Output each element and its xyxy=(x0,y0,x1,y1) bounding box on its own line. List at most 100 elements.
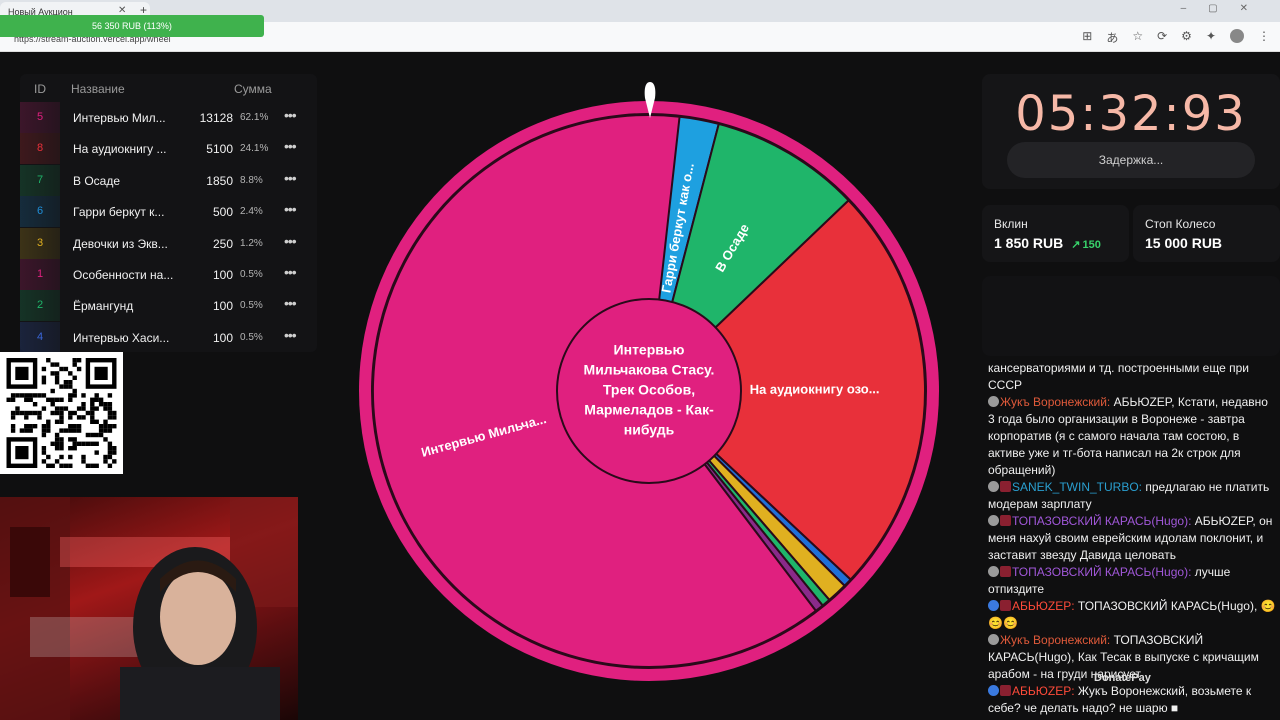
donation-progress-label: 56 350 RUB (113%) xyxy=(92,21,172,31)
more-horizontal-icon[interactable]: ••• xyxy=(284,201,297,217)
wheel-center-text: Трек Особов, xyxy=(603,382,695,398)
lot-name[interactable]: Гарри беркут к... xyxy=(73,205,183,219)
donatepay-overlay: DonatePay xyxy=(1094,672,1151,684)
chat-username[interactable]: Жукъ Воронежский: xyxy=(1000,633,1110,647)
lot-id: 7 xyxy=(20,164,60,196)
translate-icon[interactable]: あ xyxy=(1106,29,1118,46)
user-badge-icon xyxy=(1000,515,1011,526)
lot-percent: 0.5% xyxy=(240,269,263,280)
lot-name[interactable]: Интервью Хаси... xyxy=(73,331,183,345)
user-badge-icon xyxy=(1000,685,1011,696)
extensions-icon[interactable]: ✦ xyxy=(1206,29,1216,46)
lot-amount[interactable]: 100 xyxy=(190,299,233,313)
lot-name[interactable]: На аудиокнигу ... xyxy=(73,142,183,156)
chat-message: Жукъ Воронежский: АБЬЮZEP, Кстати, недав… xyxy=(988,394,1276,479)
lot-id: 6 xyxy=(20,196,60,228)
chat-text: кансерваториями и тд. построенными еще п… xyxy=(988,361,1249,392)
lot-percent: 1.2% xyxy=(240,237,263,249)
chat-username[interactable]: SANEK_TWIN_TURBO: xyxy=(1012,480,1142,494)
lot-amount[interactable]: 5100 xyxy=(190,142,233,156)
chat-username[interactable]: ТОПАЗОВСКИЙ КАРАСЬ(Hugo): xyxy=(1012,565,1191,579)
lot-percent: 62.1% xyxy=(240,112,269,123)
lot-amount[interactable]: 250 xyxy=(190,237,233,251)
chat-username[interactable]: Жукъ Воронежский: xyxy=(1000,395,1110,409)
lot-id: 5 xyxy=(20,102,60,133)
lot-name[interactable]: Интервью Мил... xyxy=(73,111,183,125)
more-horizontal-icon[interactable]: ••• xyxy=(284,264,297,280)
chat-message: ТОПАЗОВСКИЙ КАРАСЬ(Hugo): АБЬЮZEP, он ме… xyxy=(988,513,1276,564)
lot-id: 8 xyxy=(20,133,60,165)
vklin-delta: 150 xyxy=(1082,239,1101,251)
col-id: ID xyxy=(34,82,46,96)
lot-percent: 2.4% xyxy=(240,206,263,218)
menu-icon[interactable]: ⋮ xyxy=(1258,29,1270,46)
gear-icon[interactable]: ⚙ xyxy=(1181,29,1192,46)
star-icon[interactable]: ☆ xyxy=(1132,29,1143,46)
user-badge-icon xyxy=(1000,481,1011,492)
chat-username[interactable]: АБЬЮZEP: xyxy=(1012,684,1075,698)
chat-username[interactable]: ТОПАЗОВСКИЙ КАРАСЬ(Hugo): xyxy=(1012,514,1191,528)
lot-id: 2 xyxy=(20,290,60,322)
webcam-feed xyxy=(0,497,298,720)
qr-code-image xyxy=(6,358,117,468)
lot-amount[interactable]: 1850 xyxy=(190,174,233,188)
wheel-slice-label: На аудиокнигу озо... xyxy=(750,381,880,397)
install-icon[interactable]: ⊞ xyxy=(1082,29,1092,46)
lot-amount[interactable]: 100 xyxy=(190,268,233,282)
col-name: Название xyxy=(71,82,125,96)
vklin-card: Вклин 1 850 RUB ↗ 150 xyxy=(982,205,1129,262)
more-horizontal-icon[interactable]: ••• xyxy=(284,295,297,311)
avatar[interactable] xyxy=(1230,29,1244,43)
trend-up-icon: ↗ xyxy=(1071,239,1081,251)
chat-username[interactable]: АБЬЮZEP: xyxy=(1012,599,1075,613)
vklin-value: 1 850 RUB xyxy=(994,235,1064,251)
lot-amount[interactable]: 500 xyxy=(190,205,233,219)
delay-button[interactable]: Задержка... xyxy=(1007,142,1255,178)
wheel-center-text: Мармеладов - Как- xyxy=(584,402,714,418)
table-row[interactable]: 7 В Осаде 1850 8.8% ••• xyxy=(20,164,317,196)
more-horizontal-icon[interactable]: ••• xyxy=(284,138,297,154)
lot-id: 1 xyxy=(20,259,60,290)
chat-message: АБЬЮZEP: ТОПАЗОВСКИЙ КАРАСЬ(Hugo), 😊😊😊 xyxy=(988,598,1276,632)
timer-panel: 05:32:93 Задержка... xyxy=(982,74,1280,189)
chat-message: ТОПАЗОВСКИЙ КАРАСЬ(Hugo): лучше отпиздит… xyxy=(988,564,1276,598)
wheel-center-text: Интервью xyxy=(614,342,685,358)
more-horizontal-icon[interactable]: ••• xyxy=(284,107,297,123)
refresh-icon[interactable]: ⟳ xyxy=(1157,29,1167,46)
chat-message: SANEK_TWIN_TURBO: предлагаю не платить м… xyxy=(988,479,1276,513)
more-horizontal-icon[interactable]: ••• xyxy=(284,233,297,249)
chat-log: кансерваториями и тд. построенными еще п… xyxy=(988,360,1276,720)
more-horizontal-icon[interactable]: ••• xyxy=(284,327,297,343)
table-row[interactable]: 5 Интервью Мил... 13128 62.1% ••• xyxy=(20,102,317,133)
lots-table: ID Название Сумма 5 Интервью Мил... 13128 6… xyxy=(20,74,317,353)
wheel-center-text: нибудь xyxy=(624,422,675,438)
stop-wheel-label: Стоп Колесо xyxy=(1145,217,1216,231)
wheel-pointer-icon xyxy=(644,82,656,118)
lot-name[interactable]: Ёрмангунд xyxy=(73,299,183,313)
col-sum: Сумма xyxy=(234,82,272,96)
user-badge-icon xyxy=(988,515,999,526)
user-badge-icon xyxy=(988,566,999,577)
lot-name[interactable]: Особенности на... xyxy=(73,268,183,282)
table-row[interactable]: 2 Ёрмангунд 100 0.5% ••• xyxy=(20,290,317,322)
lot-id: 4 xyxy=(20,321,60,353)
user-badge-icon xyxy=(988,634,999,645)
table-row[interactable]: 6 Гарри беркут к... 500 2.4% ••• xyxy=(20,196,317,228)
lot-amount[interactable]: 13128 xyxy=(190,111,233,125)
lot-name[interactable]: Девочки из Экв... xyxy=(73,237,183,251)
table-row[interactable]: 4 Интервью Хаси... 100 0.5% ••• xyxy=(20,321,317,353)
table-row[interactable]: 3 Девочки из Экв... 250 1.2% ••• xyxy=(20,227,317,259)
window-controls-icon[interactable]: –▢✕ xyxy=(1181,3,1270,14)
lot-name[interactable]: В Осаде xyxy=(73,174,183,188)
lot-percent: 0.5% xyxy=(240,300,263,312)
table-row[interactable]: 1 Особенности на... 100 0.5% ••• xyxy=(20,259,317,290)
timer-display: 05:32:93 xyxy=(1015,86,1247,142)
more-horizontal-icon[interactable]: ••• xyxy=(284,170,297,186)
vklin-label: Вклин xyxy=(994,217,1028,231)
auction-wheel[interactable]: Гарри беркут как о... В ОсадеНа аудиокниг… xyxy=(358,100,940,682)
user-badge-icon xyxy=(988,685,999,696)
user-badge-icon xyxy=(1000,566,1011,577)
lot-amount[interactable]: 100 xyxy=(190,331,233,345)
user-badge-icon xyxy=(988,481,999,492)
table-row[interactable]: 8 На аудиокнигу ... 5100 24.1% ••• xyxy=(20,133,317,165)
